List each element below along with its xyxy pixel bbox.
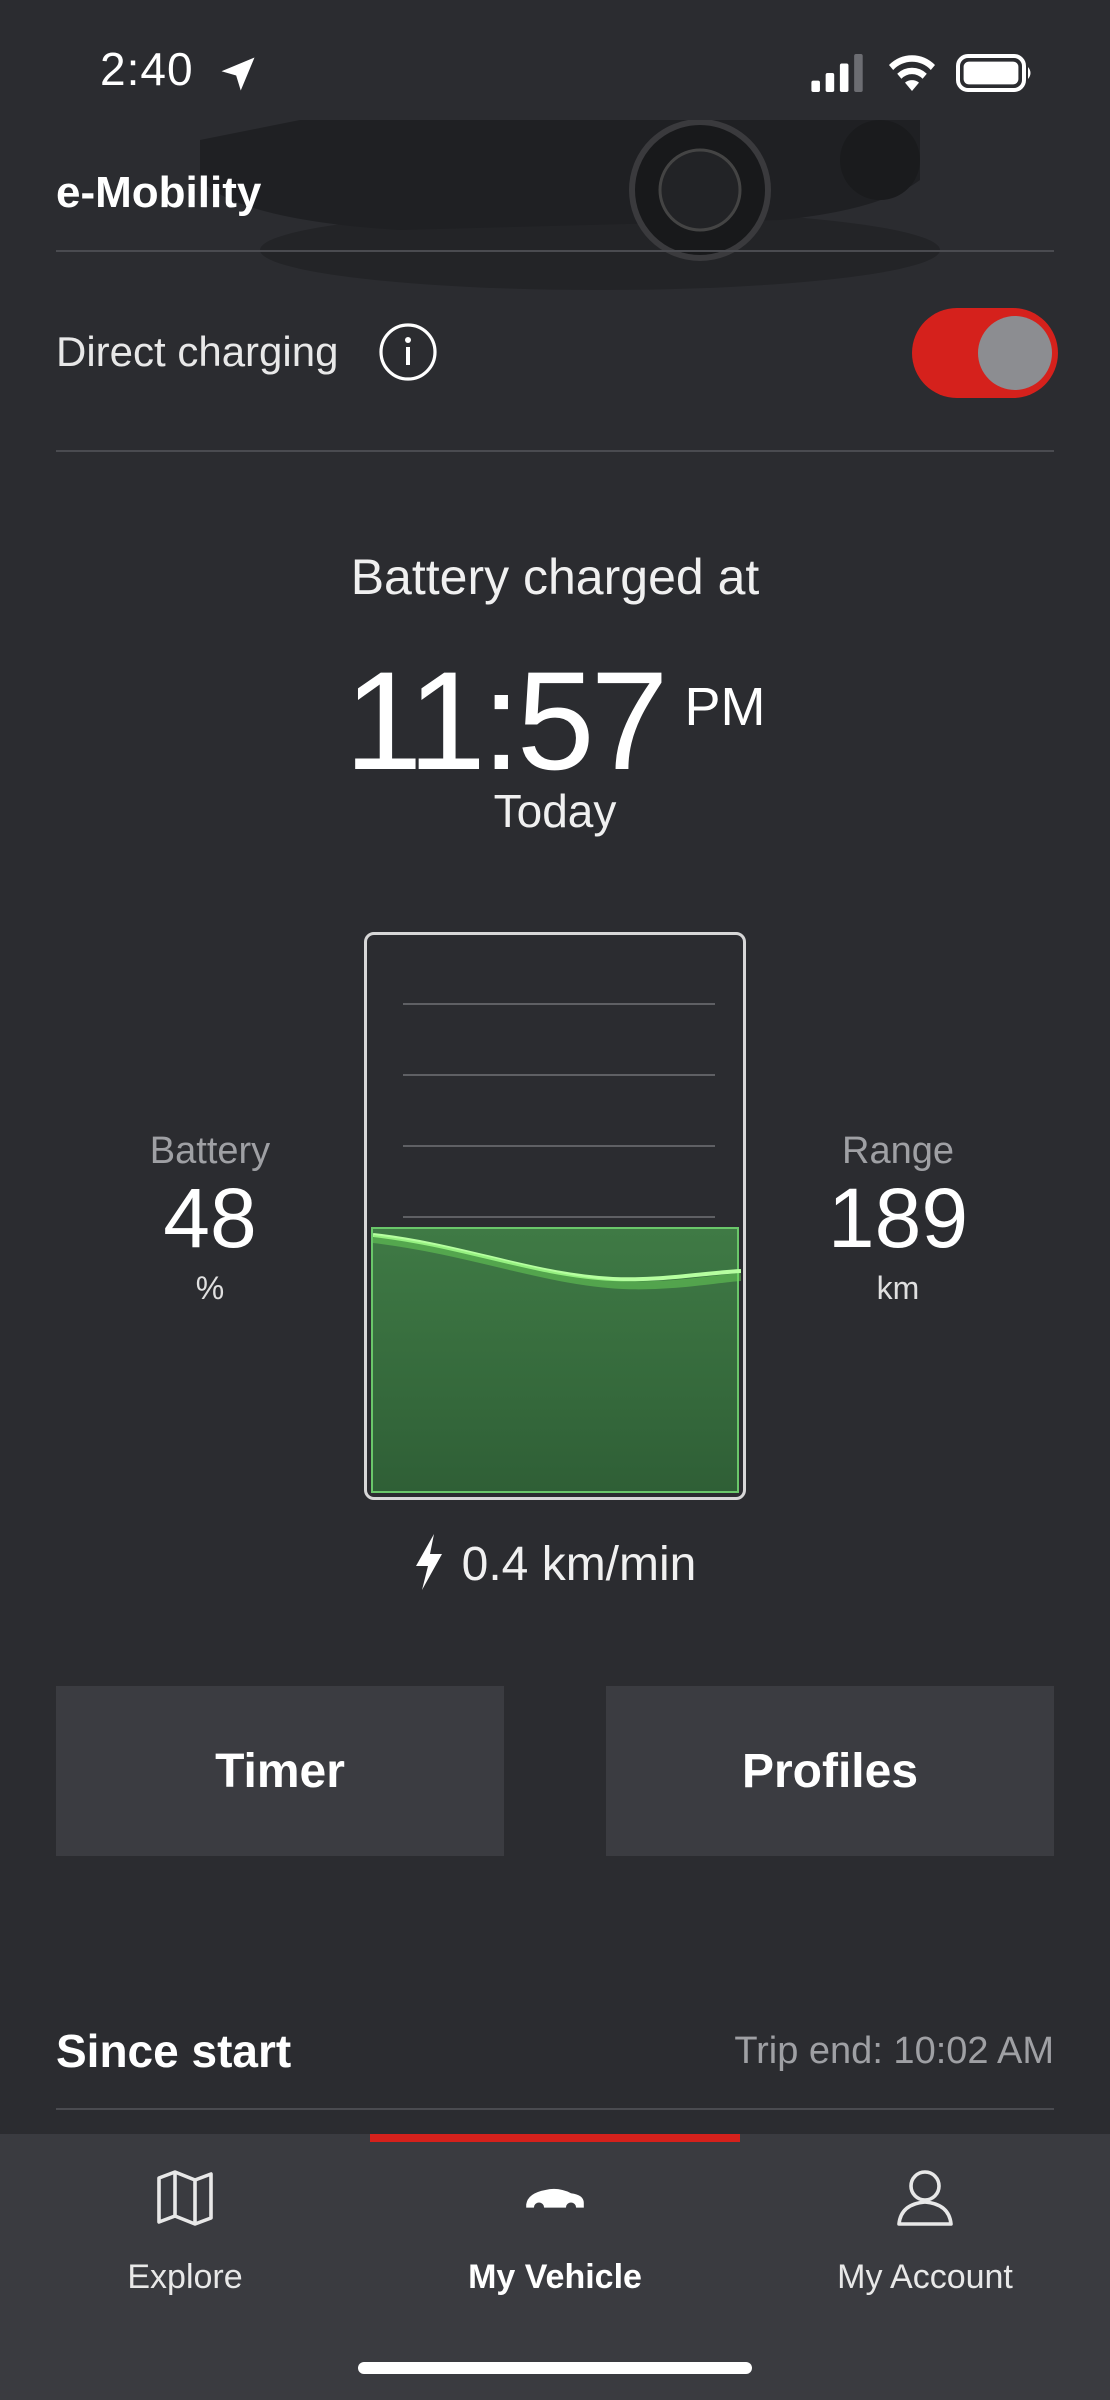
tab-bar: Explore My Vehicle My Account (0, 2134, 1110, 2400)
tab-explore[interactable]: Explore (0, 2134, 370, 2334)
battery-unit: % (195, 1270, 225, 1306)
battery-level-fill (371, 1227, 741, 1493)
car-icon (526, 2188, 584, 2213)
wifi-icon (889, 55, 935, 91)
vehicle-image (200, 120, 940, 290)
divider (56, 2108, 1054, 2110)
info-icon[interactable] (378, 322, 438, 382)
charged-time-value: 11:57 (344, 642, 669, 799)
gauge-gridline (403, 1074, 715, 1076)
divider (56, 250, 1054, 252)
battery-gauge (364, 932, 746, 1500)
range-value: 189 (827, 1171, 969, 1265)
direct-charging-label: Direct charging (56, 328, 339, 375)
status-time: 2:40 (100, 43, 194, 95)
trip-end-label: Trip end: 10:02 AM (734, 2030, 1054, 2072)
range-unit: km (876, 1270, 920, 1306)
charged-time: 11:57 PM (0, 640, 1110, 802)
charge-wave (373, 1233, 741, 1290)
tab-my-vehicle[interactable]: My Vehicle (370, 2134, 740, 2334)
toggle-knob (978, 316, 1052, 390)
charging-rate-value: 0.4 km/min (461, 1538, 697, 1591)
lightning-icon (415, 1534, 442, 1590)
section-title: e-Mobility (56, 168, 262, 217)
charging-rate: 0.4 km/min (0, 1534, 1110, 1592)
battery-charged-label: Battery charged at (350, 549, 760, 605)
direct-charging-toggle[interactable] (912, 308, 1058, 398)
battery-status-icon (956, 54, 1031, 92)
gauge-gridline (403, 1145, 715, 1147)
tab-my-vehicle-label: My Vehicle (468, 2258, 642, 2296)
battery-label: Battery (149, 1130, 271, 1172)
tab-my-account-label: My Account (837, 2258, 1013, 2296)
profiles-button[interactable]: Profiles (606, 1686, 1054, 1856)
tab-my-account[interactable]: My Account (740, 2134, 1110, 2334)
gauge-gridline (403, 1003, 715, 1005)
charged-day: Today (493, 785, 617, 837)
range-label: Range (842, 1130, 954, 1172)
battery-value: 48 (163, 1171, 257, 1265)
map-icon (157, 2170, 213, 2226)
account-icon (897, 2170, 953, 2226)
cellular-signal-icon (811, 54, 863, 92)
timer-button[interactable]: Timer (56, 1686, 504, 1856)
divider (56, 450, 1054, 452)
since-start-title: Since start (56, 2025, 292, 2077)
charged-time-ampm: PM (684, 677, 766, 737)
home-indicator (358, 2362, 752, 2374)
location-arrow-icon (221, 57, 255, 91)
tab-explore-label: Explore (127, 2258, 243, 2296)
